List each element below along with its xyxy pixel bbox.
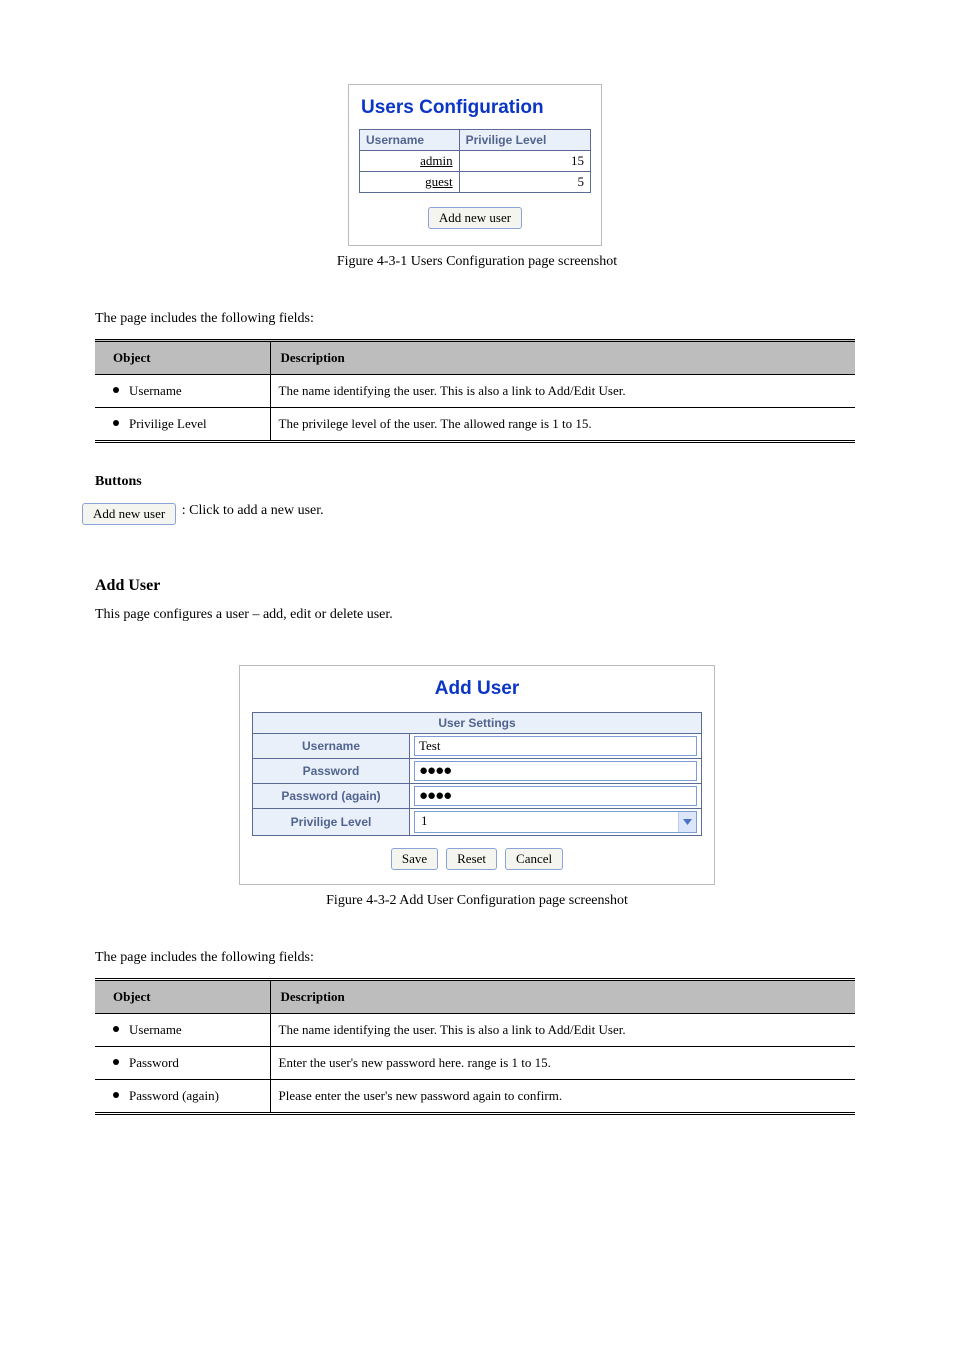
- figure-caption-1: Figure 4-3-1 Users Configuration page sc…: [0, 254, 954, 270]
- lbl-privilege-level: Privilige Level: [253, 809, 410, 836]
- save-button[interactable]: Save: [391, 848, 438, 870]
- desc-cell: The name identifying the user. This is a…: [270, 1014, 855, 1047]
- password-input[interactable]: ●●●●: [414, 761, 697, 781]
- add-user-screenshot: Add User User Settings Username Password…: [239, 665, 715, 885]
- desc-cell: The name identifying the user. This is a…: [270, 374, 855, 407]
- users-table: Username Privilige Level admin 15 guest …: [359, 129, 591, 193]
- bullet-icon: [113, 1092, 119, 1098]
- table-intro-1: The page includes the following fields:: [95, 310, 859, 329]
- user-link-guest[interactable]: guest: [425, 174, 452, 189]
- chevron-down-icon: [678, 812, 696, 832]
- user-link-admin[interactable]: admin: [420, 153, 453, 168]
- users-config-screenshot: Users Configuration Username Privilige L…: [348, 84, 602, 246]
- add-new-user-button-inline[interactable]: Add new user: [82, 503, 176, 525]
- users-col-privlevel: Privilige Level: [459, 130, 590, 151]
- lbl-username: Username: [253, 734, 410, 759]
- password-again-input[interactable]: ●●●●: [414, 786, 697, 806]
- obj-cell: Password (again): [95, 1080, 270, 1114]
- obj-cell: Username: [95, 1014, 270, 1047]
- users-col-username: Username: [360, 130, 460, 151]
- table-intro-2: The page includes the following fields:: [95, 949, 859, 968]
- desc-cell: Enter the user's new password here. rang…: [270, 1047, 855, 1080]
- add-user-intro: This page configures a user – add, edit …: [95, 606, 859, 625]
- figure-caption-2: Figure 4-3-2 Add User Configuration page…: [0, 893, 954, 909]
- add-user-section-heading: Add User: [95, 575, 859, 597]
- bullet-icon: [113, 387, 119, 393]
- obj-col-hdr: Object: [95, 340, 270, 374]
- buttons-heading-1: Buttons: [95, 473, 859, 492]
- object-description-table-2: Object Description Username The name ide…: [95, 978, 855, 1115]
- add-btn-explain: : Click to add a new user.: [182, 503, 324, 518]
- add-user-title: Add User: [252, 676, 702, 712]
- desc-cell: The privilege level of the user. The all…: [270, 407, 855, 441]
- lbl-password: Password: [253, 759, 410, 784]
- cancel-button[interactable]: Cancel: [505, 848, 563, 870]
- add-user-form-table: User Settings Username Password ●●●● Pas…: [252, 712, 702, 836]
- reset-button[interactable]: Reset: [446, 848, 497, 870]
- desc-col-hdr: Description: [270, 340, 855, 374]
- users-config-title: Users Configuration: [359, 95, 591, 129]
- add-new-user-button[interactable]: Add new user: [428, 207, 522, 229]
- user-settings-section: User Settings: [253, 713, 702, 734]
- bullet-icon: [113, 420, 119, 426]
- bullet-icon: [113, 1059, 119, 1065]
- desc-col-hdr: Description: [270, 980, 855, 1014]
- username-input[interactable]: [414, 736, 697, 756]
- object-description-table-1: Object Description Username The name ide…: [95, 339, 855, 443]
- user-level: 5: [459, 172, 590, 193]
- obj-cell: Username: [95, 374, 270, 407]
- privilege-level-select[interactable]: 1: [414, 811, 697, 833]
- desc-cell: Please enter the user's new password aga…: [270, 1080, 855, 1114]
- user-level: 15: [459, 151, 590, 172]
- obj-col-hdr: Object: [95, 980, 270, 1014]
- table-row: guest 5: [360, 172, 591, 193]
- lbl-password-again: Password (again): [253, 784, 410, 809]
- obj-cell: Password: [95, 1047, 270, 1080]
- obj-cell: Privilige Level: [95, 407, 270, 441]
- bullet-icon: [113, 1026, 119, 1032]
- privilege-level-value: 1: [415, 812, 678, 832]
- table-row: admin 15: [360, 151, 591, 172]
